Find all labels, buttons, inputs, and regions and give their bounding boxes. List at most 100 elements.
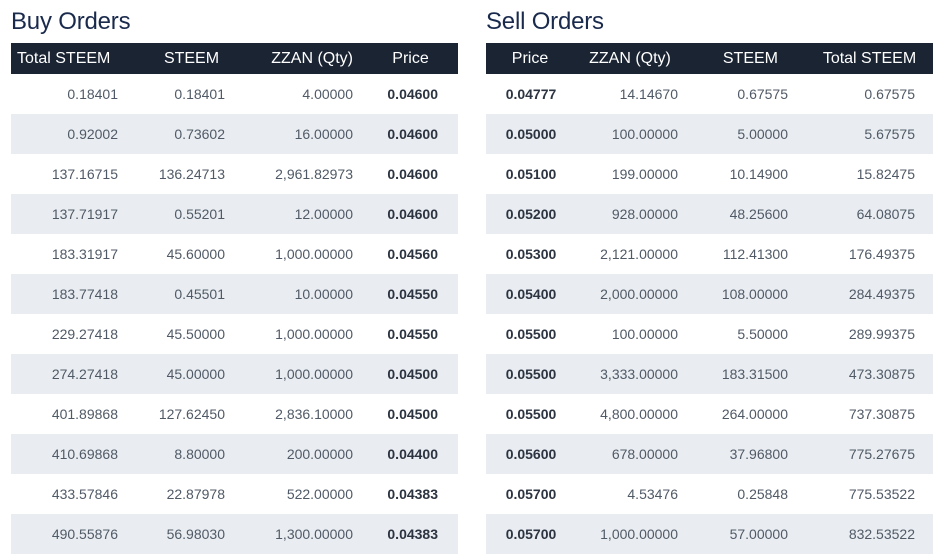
sell-cell-price: 0.05400 <box>505 286 557 302</box>
sell-header-zzan-qty[interactable]: ZZAN (Qty) <box>574 43 686 74</box>
sell-order-row[interactable]: 0.04777 14.14670 0.67575 0.67575 <box>486 74 933 114</box>
sell-cell-total-steem: 176.49375 <box>848 246 915 262</box>
sell-cell-price: 0.05700 <box>505 526 557 542</box>
sell-order-row[interactable]: 0.05600 678.00000 37.96800 775.27675 <box>486 434 933 474</box>
buy-cell-total-steem: 0.18401 <box>67 86 118 102</box>
buy-cell-price: 0.04600 <box>387 86 438 102</box>
buy-order-row[interactable]: 137.16715 136.24713 2,961.82973 0.04600 <box>11 154 458 194</box>
buy-cell-price: 0.04500 <box>387 406 438 422</box>
buy-cell-steem: 45.00000 <box>166 366 225 382</box>
sell-cell-zzan-qty: 199.00000 <box>611 166 678 182</box>
sell-cell-price: 0.05500 <box>505 406 557 422</box>
sell-cell-steem: 10.14900 <box>729 166 788 182</box>
buy-cell-price: 0.04550 <box>387 286 438 302</box>
sell-order-row[interactable]: 0.05200 928.00000 48.25600 64.08075 <box>486 194 933 234</box>
buy-orders-panel: Buy Orders Total STEEM STEEM ZZAN (Qty) … <box>11 0 458 554</box>
buy-cell-total-steem: 274.27418 <box>51 366 118 382</box>
sell-order-row[interactable]: 0.05500 3,333.00000 183.31500 473.30875 <box>486 354 933 394</box>
buy-cell-total-steem: 137.71917 <box>51 206 118 222</box>
sell-cell-total-steem: 289.99375 <box>848 326 915 342</box>
buy-header-zzan-qty[interactable]: ZZAN (Qty) <box>233 43 361 74</box>
sell-order-row[interactable]: 0.05700 4.53476 0.25848 775.53522 <box>486 474 933 514</box>
buy-header-steem[interactable]: STEEM <box>126 43 233 74</box>
buy-cell-total-steem: 401.89868 <box>51 406 118 422</box>
sell-order-row[interactable]: 0.05400 2,000.00000 108.00000 284.49375 <box>486 274 933 314</box>
buy-header-price[interactable]: Price <box>361 43 458 74</box>
sell-order-row[interactable]: 0.05700 1,000.00000 57.00000 832.53522 <box>486 514 933 554</box>
buy-cell-total-steem: 183.77418 <box>51 286 118 302</box>
buy-cell-price: 0.04560 <box>387 246 438 262</box>
sell-cell-zzan-qty: 678.00000 <box>611 446 678 462</box>
buy-cell-zzan-qty: 12.00000 <box>294 206 353 222</box>
sell-header-price[interactable]: Price <box>486 43 574 74</box>
sell-orders-header-row: Price ZZAN (Qty) STEEM Total STEEM <box>486 43 933 74</box>
buy-cell-total-steem: 183.31917 <box>51 246 118 262</box>
buy-cell-zzan-qty: 1,000.00000 <box>275 366 353 382</box>
sell-orders-table: Price ZZAN (Qty) STEEM Total STEEM 0.047… <box>486 43 933 554</box>
sell-cell-steem: 5.50000 <box>737 326 788 342</box>
sell-order-row[interactable]: 0.05500 4,800.00000 264.00000 737.30875 <box>486 394 933 434</box>
buy-cell-total-steem: 490.55876 <box>51 526 118 542</box>
buy-header-total-steem[interactable]: Total STEEM <box>11 43 126 74</box>
buy-cell-zzan-qty: 2,961.82973 <box>275 166 353 182</box>
sell-order-row[interactable]: 0.05100 199.00000 10.14900 15.82475 <box>486 154 933 194</box>
buy-cell-price: 0.04400 <box>387 446 438 462</box>
sell-cell-zzan-qty: 2,121.00000 <box>600 246 678 262</box>
buy-cell-price: 0.04600 <box>387 166 438 182</box>
sell-header-steem[interactable]: STEEM <box>686 43 796 74</box>
buy-orders-table: Total STEEM STEEM ZZAN (Qty) Price 0.184… <box>11 43 458 554</box>
buy-order-row[interactable]: 490.55876 56.98030 1,300.00000 0.04383 <box>11 514 458 554</box>
sell-cell-zzan-qty: 1,000.00000 <box>600 526 678 542</box>
buy-order-row[interactable]: 274.27418 45.00000 1,000.00000 0.04500 <box>11 354 458 394</box>
buy-cell-total-steem: 410.69868 <box>51 446 118 462</box>
buy-cell-steem: 56.98030 <box>166 526 225 542</box>
sell-header-total-steem[interactable]: Total STEEM <box>796 43 933 74</box>
buy-cell-zzan-qty: 1,000.00000 <box>275 326 353 342</box>
buy-cell-price: 0.04383 <box>387 486 438 502</box>
sell-cell-steem: 0.25848 <box>737 486 788 502</box>
buy-cell-total-steem: 0.92002 <box>67 126 118 142</box>
buy-cell-steem: 0.45501 <box>174 286 225 302</box>
sell-cell-steem: 264.00000 <box>721 406 788 422</box>
buy-cell-steem: 22.87978 <box>166 486 225 502</box>
sell-order-row[interactable]: 0.05500 100.00000 5.50000 289.99375 <box>486 314 933 354</box>
sell-cell-total-steem: 832.53522 <box>848 526 915 542</box>
sell-cell-zzan-qty: 14.14670 <box>619 86 678 102</box>
sell-cell-price: 0.04777 <box>505 86 557 102</box>
sell-cell-zzan-qty: 4.53476 <box>627 486 678 502</box>
buy-order-row[interactable]: 229.27418 45.50000 1,000.00000 0.04550 <box>11 314 458 354</box>
sell-order-row[interactable]: 0.05000 100.00000 5.00000 5.67575 <box>486 114 933 154</box>
buy-order-row[interactable]: 0.92002 0.73602 16.00000 0.04600 <box>11 114 458 154</box>
sell-cell-zzan-qty: 928.00000 <box>611 206 678 222</box>
buy-order-row[interactable]: 183.77418 0.45501 10.00000 0.04550 <box>11 274 458 314</box>
sell-cell-steem: 108.00000 <box>721 286 788 302</box>
sell-cell-total-steem: 5.67575 <box>864 126 915 142</box>
buy-cell-price: 0.04600 <box>387 206 438 222</box>
buy-order-row[interactable]: 183.31917 45.60000 1,000.00000 0.04560 <box>11 234 458 274</box>
sell-cell-price: 0.05600 <box>505 446 557 462</box>
buy-cell-steem: 136.24713 <box>158 166 225 182</box>
sell-cell-zzan-qty: 4,800.00000 <box>600 406 678 422</box>
buy-order-row[interactable]: 433.57846 22.87978 522.00000 0.04383 <box>11 474 458 514</box>
buy-order-row[interactable]: 137.71917 0.55201 12.00000 0.04600 <box>11 194 458 234</box>
sell-cell-steem: 57.00000 <box>729 526 788 542</box>
sell-orders-panel: Sell Orders Price ZZAN (Qty) STEEM Total… <box>486 0 933 554</box>
sell-cell-zzan-qty: 2,000.00000 <box>600 286 678 302</box>
sell-cell-zzan-qty: 100.00000 <box>611 126 678 142</box>
sell-cell-total-steem: 15.82475 <box>856 166 915 182</box>
sell-order-row[interactable]: 0.05300 2,121.00000 112.41300 176.49375 <box>486 234 933 274</box>
buy-cell-steem: 8.80000 <box>174 446 225 462</box>
buy-cell-total-steem: 137.16715 <box>51 166 118 182</box>
sell-orders-body: 0.04777 14.14670 0.67575 0.67575 0.05000 100.… <box>486 74 933 554</box>
buy-cell-price: 0.04383 <box>387 526 438 542</box>
sell-cell-zzan-qty: 100.00000 <box>611 326 678 342</box>
buy-order-row[interactable]: 401.89868 127.62450 2,836.10000 0.04500 <box>11 394 458 434</box>
buy-cell-zzan-qty: 16.00000 <box>294 126 353 142</box>
sell-cell-steem: 183.31500 <box>721 366 788 382</box>
buy-order-row[interactable]: 410.69868 8.80000 200.00000 0.04400 <box>11 434 458 474</box>
buy-cell-steem: 45.50000 <box>166 326 225 342</box>
buy-cell-zzan-qty: 4.00000 <box>302 86 353 102</box>
buy-order-row[interactable]: 0.18401 0.18401 4.00000 0.04600 <box>11 74 458 114</box>
buy-cell-steem: 45.60000 <box>166 246 225 262</box>
sell-cell-total-steem: 775.27675 <box>848 446 915 462</box>
